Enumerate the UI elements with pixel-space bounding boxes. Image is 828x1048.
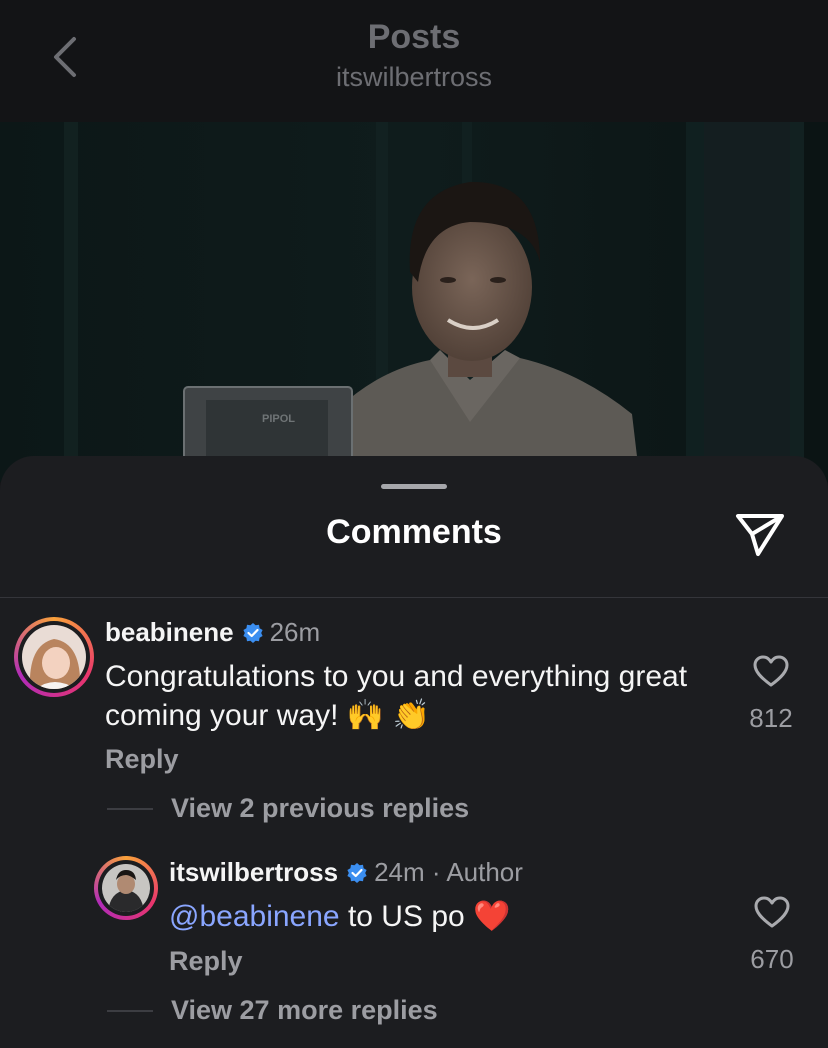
like-button[interactable] [753,895,791,934]
like-count: 670 [750,944,794,974]
replies-line [107,1010,153,1012]
reply-button[interactable]: Reply [105,744,179,775]
view-previous-replies[interactable]: View 2 previous replies [171,793,469,824]
author-tag: · Author [431,857,523,887]
heart-outline-icon [753,655,789,687]
heart-outline-icon [754,896,790,928]
share-button[interactable] [734,512,786,558]
sheet-grabber[interactable] [381,484,447,489]
comment-body: to US po ❤️ [347,900,511,933]
comment-username[interactable]: itswilbertross [169,857,338,887]
comment-header: itswilbertross 24m · Author [169,857,523,888]
replies-line [107,808,153,810]
paper-plane-icon [736,514,784,556]
page-subtitle: itswilbertross [335,62,493,92]
verified-badge-icon [347,863,367,883]
like-button[interactable] [752,654,790,693]
page-title: Posts [367,18,461,56]
verified-badge-icon [242,623,263,643]
mention-link[interactable]: @beabinene [169,900,340,933]
avatar[interactable] [94,856,158,920]
post-photo: PIPOL [0,122,828,482]
comment-time: 24m [374,857,425,887]
avatar[interactable] [14,617,94,697]
comment-username[interactable]: beabinene [105,617,234,647]
comment-text: Congratulations to you and everything gr… [105,660,688,732]
comment-text: @beabinene to US po ❤️ [169,897,689,936]
like-count: 812 [749,703,793,733]
avatar-photo [22,625,86,689]
comments-title: Comments [326,513,502,551]
view-more-replies[interactable]: View 27 more replies [171,995,438,1026]
post-image[interactable]: PIPOL [0,122,828,482]
comment-header: beabinene 26m [105,617,320,648]
plaque-text: PIPOL [262,413,295,425]
avatar-photo [102,864,150,912]
sheet-divider [0,597,828,598]
comment-time: 26m [269,617,321,647]
reply-button[interactable]: Reply [169,946,243,977]
top-header: Posts itswilbertross [0,0,828,122]
